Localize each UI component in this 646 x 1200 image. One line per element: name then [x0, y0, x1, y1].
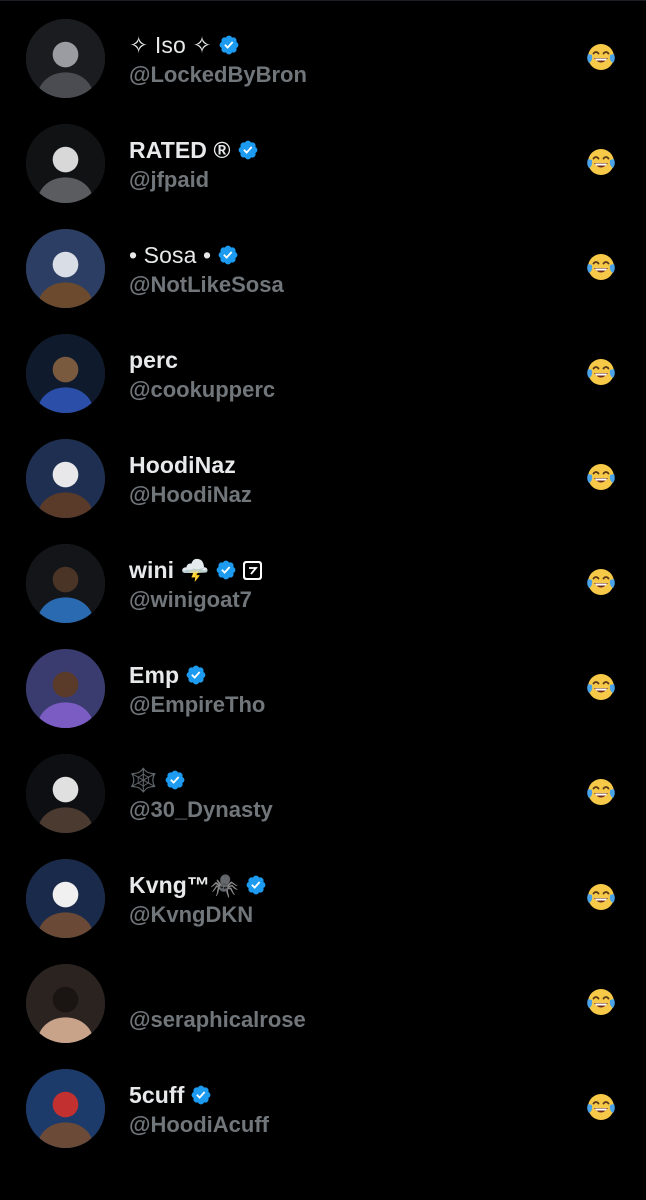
tears-of-joy-reaction-icon	[585, 251, 617, 283]
user-handle[interactable]: @30_Dynasty	[129, 797, 273, 823]
name-line: perc	[129, 345, 178, 375]
avatar[interactable]	[26, 334, 105, 413]
user-row[interactable]: perc @cookupperc	[0, 315, 646, 420]
name-line: Emp	[129, 660, 207, 690]
display-name[interactable]: • Sosa •	[129, 242, 211, 269]
display-name[interactable]: Emp	[129, 662, 179, 689]
display-name[interactable]: ✧ Iso ✧	[129, 32, 212, 59]
avatar[interactable]	[26, 19, 105, 98]
march-madness-photo-avatar	[26, 1069, 105, 1148]
press-conference-photo-avatar	[26, 439, 105, 518]
tears-of-joy-reaction-icon	[585, 986, 617, 1018]
finals-press-photo-avatar	[26, 859, 105, 938]
name-line: • Sosa •	[129, 240, 239, 270]
verified-badge-icon	[217, 244, 239, 266]
user-handle[interactable]: @HoodiAcuff	[129, 1112, 269, 1138]
tears-of-joy-reaction-icon	[585, 566, 617, 598]
display-name[interactable]: HoodiNaz	[129, 452, 236, 479]
name-line: ✧ Iso ✧	[129, 30, 240, 60]
affiliate-badge-icon	[243, 560, 263, 580]
user-handle[interactable]: @EmpireTho	[129, 692, 265, 718]
user-row[interactable]: Kvng™🕷️ @KvngDKN	[0, 840, 646, 945]
name-line: wini 🌩️	[129, 555, 263, 585]
basketball-celebration-photo-avatar	[26, 334, 105, 413]
avatar[interactable]	[26, 859, 105, 938]
user-row[interactable]: @seraphicalrose	[0, 945, 646, 1050]
tears-of-joy-reaction-icon	[585, 776, 617, 808]
user-handle[interactable]: @jfpaid	[129, 167, 209, 193]
blue-cap-photo-avatar	[26, 544, 105, 623]
tears-of-joy-reaction-icon	[585, 881, 617, 913]
hooded-player-photo-avatar	[26, 754, 105, 833]
tears-of-joy-reaction-icon	[585, 41, 617, 73]
user-handle[interactable]: @LockedByBron	[129, 62, 307, 88]
user-handle[interactable]: @NotLikeSosa	[129, 272, 284, 298]
display-name[interactable]: Kvng™🕷️	[129, 872, 239, 899]
avatar[interactable]	[26, 754, 105, 833]
affiliate-badge-inner	[245, 562, 261, 578]
verified-badge-icon	[190, 1084, 212, 1106]
verified-badge-icon	[185, 664, 207, 686]
user-handle[interactable]: @seraphicalrose	[129, 1007, 306, 1033]
user-row[interactable]: HoodiNaz @HoodiNaz	[0, 420, 646, 525]
user-row[interactable]: 🕸️ @30_Dynasty	[0, 735, 646, 840]
tears-of-joy-reaction-icon	[585, 671, 617, 703]
tears-of-joy-reaction-icon	[585, 1091, 617, 1123]
avatar[interactable]	[26, 649, 105, 728]
user-row[interactable]: 5cuff @HoodiAcuff	[0, 1050, 646, 1155]
avatar[interactable]	[26, 439, 105, 518]
display-name[interactable]: 5cuff	[129, 1082, 184, 1109]
avatar[interactable]	[26, 229, 105, 308]
user-row[interactable]: wini 🌩️ @winigoat7	[0, 525, 646, 630]
name-line: 5cuff	[129, 1080, 212, 1110]
user-handle[interactable]: @HoodiNaz	[129, 482, 252, 508]
display-name[interactable]: wini 🌩️	[129, 557, 209, 584]
tears-of-joy-reaction-icon	[585, 146, 617, 178]
name-line: RATED ®	[129, 135, 259, 165]
verified-badge-icon	[164, 769, 186, 791]
display-name[interactable]: 🕸️	[129, 767, 158, 794]
user-row[interactable]: • Sosa • @NotLikeSosa	[0, 210, 646, 315]
user-row[interactable]: Emp @EmpireTho	[0, 630, 646, 735]
name-line: 🕸️	[129, 765, 186, 795]
monochrome-basketball-photo-avatar	[26, 19, 105, 98]
verified-badge-icon	[245, 874, 267, 896]
jersey-30-photo-avatar	[26, 124, 105, 203]
display-name[interactable]: RATED ®	[129, 137, 231, 164]
verified-badge-icon	[215, 559, 237, 581]
verified-badge-icon	[218, 34, 240, 56]
user-handle[interactable]: @winigoat7	[129, 587, 252, 613]
name-line: HoodiNaz	[129, 450, 236, 480]
avatar[interactable]	[26, 544, 105, 623]
user-row[interactable]: ✧ Iso ✧ @LockedByBron	[0, 0, 646, 105]
user-row[interactable]: RATED ® @jfpaid	[0, 105, 646, 210]
football-player-photo-avatar	[26, 229, 105, 308]
tears-of-joy-reaction-icon	[585, 461, 617, 493]
display-name[interactable]: perc	[129, 347, 178, 374]
verified-badge-icon	[237, 139, 259, 161]
user-handle[interactable]: @cookupperc	[129, 377, 275, 403]
reactions-user-list: ✧ Iso ✧ @LockedByBron RATED ® @jfpaid • Sosa…	[0, 0, 646, 1155]
tears-of-joy-reaction-icon	[585, 356, 617, 388]
portrait-photo-avatar	[26, 964, 105, 1043]
avatar[interactable]	[26, 964, 105, 1043]
avatar[interactable]	[26, 1069, 105, 1148]
user-handle[interactable]: @KvngDKN	[129, 902, 253, 928]
purple-hoodie-photo-avatar	[26, 649, 105, 728]
name-line: Kvng™🕷️	[129, 870, 267, 900]
avatar[interactable]	[26, 124, 105, 203]
